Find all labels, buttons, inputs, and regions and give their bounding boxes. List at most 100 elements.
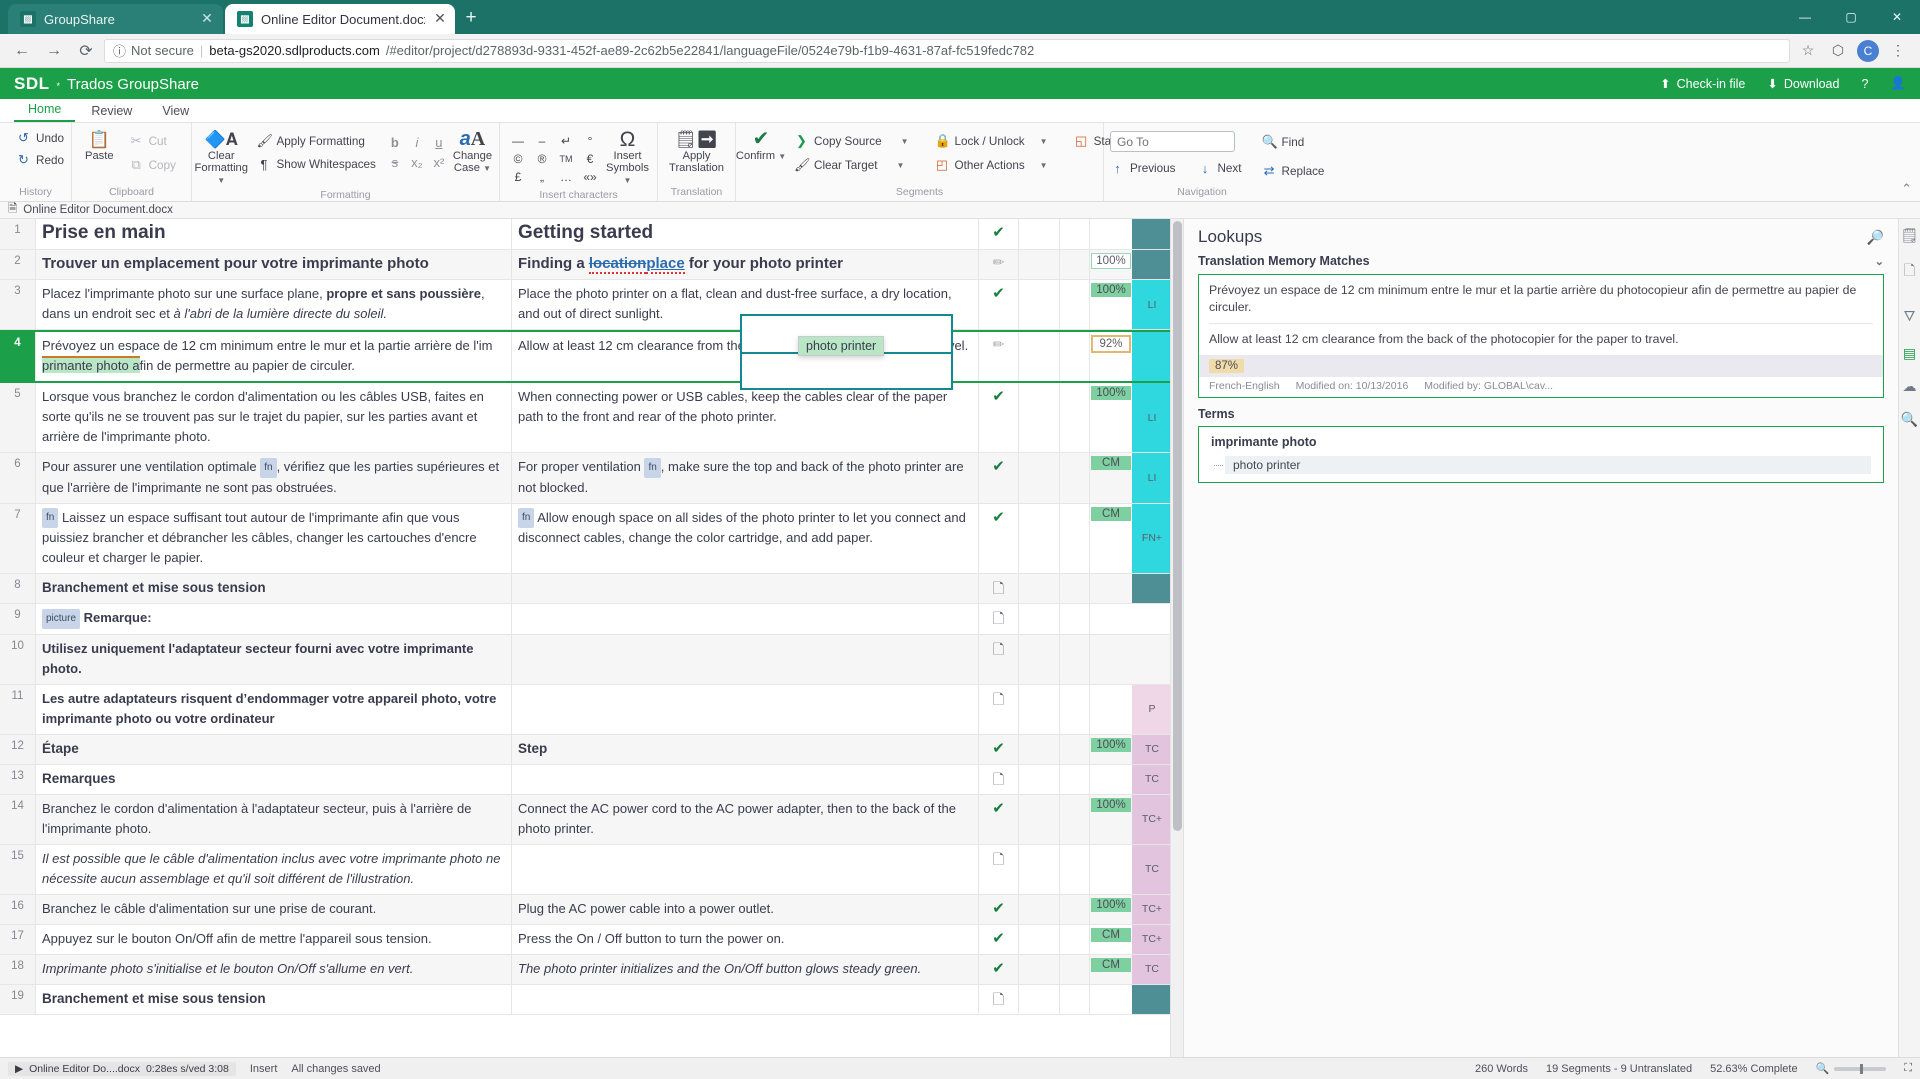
registered-button[interactable]: ® — [530, 150, 554, 168]
trademark-button[interactable]: TM — [554, 150, 578, 168]
find-button[interactable]: 🔍 Find — [1256, 132, 1331, 152]
segment-status[interactable]: ✔ — [979, 453, 1019, 503]
document-tab[interactable]: 🗎 Online Editor Document.docx — [0, 202, 1920, 219]
segment-source[interactable]: Branchement et mise sous tension — [36, 984, 512, 1014]
status-confirmed-icon[interactable]: ✔ — [992, 929, 1005, 947]
status-confirmed-icon[interactable]: ✔ — [992, 457, 1005, 475]
paste-button[interactable]: 📋 Paste — [78, 128, 121, 164]
chevron-down-icon[interactable]: ▼ — [1040, 161, 1048, 170]
forward-icon[interactable]: → — [40, 37, 68, 65]
tm-match-card[interactable]: Prévoyez un espace de 12 cm minimum entr… — [1198, 274, 1884, 398]
segment-target[interactable]: When connecting power or USB cables, kee… — [512, 383, 979, 452]
copy-source-button[interactable]: ❯ Copy Source ▼ — [788, 131, 915, 151]
table-row[interactable]: 19 Branchement et mise sous tension 🗋 — [0, 984, 1172, 1015]
status-confirmed-icon[interactable]: ✔ — [992, 508, 1005, 526]
tab-home[interactable]: Home — [14, 100, 76, 122]
segment-source[interactable]: Pour assurer une ventilation optimale fn… — [36, 453, 512, 503]
table-row[interactable]: 2 Trouver un emplacement pour votre impri… — [0, 250, 1172, 280]
segment-source[interactable]: Les autre adaptateurs risquent d’endomma… — [36, 684, 512, 734]
chevron-down-icon[interactable]: ▼ — [896, 161, 904, 170]
clear-target-button[interactable]: 🖌 Clear Target ▼ — [788, 155, 915, 175]
clear-formatting-button[interactable]: 🔷𝐀 Clear Formatting ▼ — [195, 128, 248, 189]
status-confirmed-icon[interactable]: ✔ — [992, 899, 1005, 917]
bold-button[interactable]: b — [384, 132, 406, 152]
status-confirmed-icon[interactable]: ✔ — [992, 959, 1005, 977]
address-bar[interactable]: ⓘ Not secure | beta-gs2020.sdlproducts.c… — [104, 38, 1790, 63]
reload-icon[interactable]: ⟳ — [72, 37, 100, 65]
em-dash-button[interactable]: — — [506, 132, 530, 150]
table-row[interactable]: 7 fn Laissez un espace suffisant tout aut… — [0, 503, 1172, 575]
status-untranslated-icon[interactable]: 🗋 — [993, 849, 1004, 873]
status-draft-icon[interactable]: ✏ — [993, 336, 1005, 353]
lock-unlock-button[interactable]: 🔒 Lock / Unlock ▼ — [929, 131, 1054, 151]
segment-status[interactable]: ✔ — [979, 503, 1019, 574]
download-chip[interactable]: ▶ Online Editor Do....docx 0:28es s/ved … — [8, 1061, 236, 1076]
segment-source[interactable]: Prise en main — [36, 219, 512, 249]
change-case-button[interactable]: aA Change Case ▼ — [452, 128, 493, 177]
table-row[interactable]: 6 Pour assurer une ventilation optimale f… — [0, 453, 1172, 504]
segment-status[interactable]: ✏ — [979, 250, 1019, 279]
segment-source[interactable]: Prévoyez un espace de 12 cm minimum entr… — [36, 332, 512, 381]
help-button[interactable]: ? — [1861, 77, 1868, 91]
table-row[interactable]: 16 Branchez le câble d'alimentation sur u… — [0, 894, 1172, 925]
minimize-icon[interactable]: — — [1782, 0, 1828, 34]
previous-segment-button[interactable]: ↑ Previous — [1110, 159, 1181, 178]
guillemets-button[interactable]: «» — [578, 168, 602, 186]
comments-icon[interactable]: 🗋 — [1904, 260, 1915, 284]
scrollbar-thumb[interactable] — [1173, 221, 1182, 831]
segment-source[interactable]: Branchez le câble d'alimentation sur une… — [36, 894, 512, 924]
browser-tab-groupshare[interactable]: ▨ GroupShare ✕ — [8, 4, 223, 34]
chevron-down-icon[interactable]: ▼ — [901, 137, 909, 146]
table-row[interactable]: 1 Prise en main Getting started ✔ — [0, 219, 1172, 250]
autocomplete-popup[interactable]: photo printer — [798, 336, 885, 356]
terms-card[interactable]: imprimante photo photo printer — [1198, 426, 1884, 483]
apply-formatting-button[interactable]: 🖌 Apply Formatting — [251, 131, 382, 151]
status-confirmed-icon[interactable]: ✔ — [992, 223, 1005, 241]
segment-status[interactable]: ✔ — [979, 924, 1019, 954]
tm-icon[interactable]: ▤ — [1903, 345, 1916, 362]
editor-scrollbar[interactable] — [1170, 219, 1183, 1057]
copyright-button[interactable]: © — [506, 150, 530, 168]
redo-button[interactable]: ↻ Redo — [10, 150, 70, 170]
extension-icon[interactable]: ⬡ — [1824, 37, 1852, 65]
segment-source[interactable]: fn Laissez un espace suffisant tout auto… — [36, 503, 512, 574]
euro-button[interactable]: € — [578, 150, 602, 168]
tm-matches-header[interactable]: Translation Memory Matches ⌄ — [1184, 251, 1898, 274]
table-row[interactable]: 5 Lorsque vous branchez le cordon d'alime… — [0, 383, 1172, 453]
segment-source[interactable]: Trouver un emplacement pour votre imprim… — [36, 250, 512, 279]
segment-target[interactable]: Plug the AC power cable into a power out… — [512, 894, 979, 924]
segment-source[interactable]: Imprimante photo s'initialise et le bout… — [36, 954, 512, 984]
segment-source[interactable]: Appuyez sur le bouton On/Off afin de met… — [36, 924, 512, 954]
chevron-down-icon[interactable]: ▼ — [217, 176, 225, 185]
segment-target[interactable] — [512, 764, 979, 794]
autocomplete-item[interactable]: photo printer — [799, 337, 884, 355]
table-row[interactable]: 18 Imprimante photo s'initialise et le bo… — [0, 954, 1172, 985]
segment-status[interactable]: 🗋 — [979, 684, 1019, 734]
close-window-icon[interactable]: ✕ — [1874, 0, 1920, 34]
table-row[interactable]: 10 Utilisez uniquement l'adaptateur secte… — [0, 634, 1170, 685]
insert-symbols-button[interactable]: Ω Insert Symbols ▼ — [604, 128, 651, 189]
table-row[interactable]: 15 Il est possible que le câble d'aliment… — [0, 844, 1172, 895]
segment-target[interactable] — [512, 574, 979, 604]
status-confirmed-icon[interactable]: ✔ — [992, 284, 1005, 302]
maximize-icon[interactable]: ▢ — [1828, 0, 1874, 34]
table-row[interactable]: 14 Branchez le cordon d'alimentation à l'… — [0, 794, 1172, 845]
segment-status[interactable]: ✔ — [979, 894, 1019, 924]
status-draft-icon[interactable]: ✏ — [993, 254, 1005, 271]
strikethrough-button[interactable]: s — [384, 152, 406, 172]
segment-target[interactable]: Getting started — [512, 219, 979, 249]
fullscreen-icon[interactable]: ⛶ — [1904, 1062, 1912, 1075]
segment-source[interactable]: Branchez le cordon d'alimentation à l'ad… — [36, 794, 512, 844]
copy-button[interactable]: ⧉ Copy — [123, 155, 182, 175]
segment-status[interactable]: ✔ — [979, 383, 1019, 452]
segment-status[interactable]: 🗋 — [979, 844, 1019, 894]
back-icon[interactable]: ← — [8, 37, 36, 65]
close-icon[interactable]: ✕ — [433, 11, 447, 27]
confirm-button[interactable]: ✔ Confirm ▼ — [736, 128, 786, 164]
cut-button[interactable]: ✂ Cut — [123, 131, 182, 151]
status-untranslated-icon[interactable]: 🗋 — [993, 769, 1004, 793]
search-icon[interactable]: 🔎 — [1867, 229, 1884, 246]
subscript-button[interactable]: x₂ — [406, 152, 428, 172]
zoom-slider[interactable] — [1834, 1063, 1887, 1074]
chevron-up-icon[interactable]: ⌃ — [1901, 181, 1912, 197]
